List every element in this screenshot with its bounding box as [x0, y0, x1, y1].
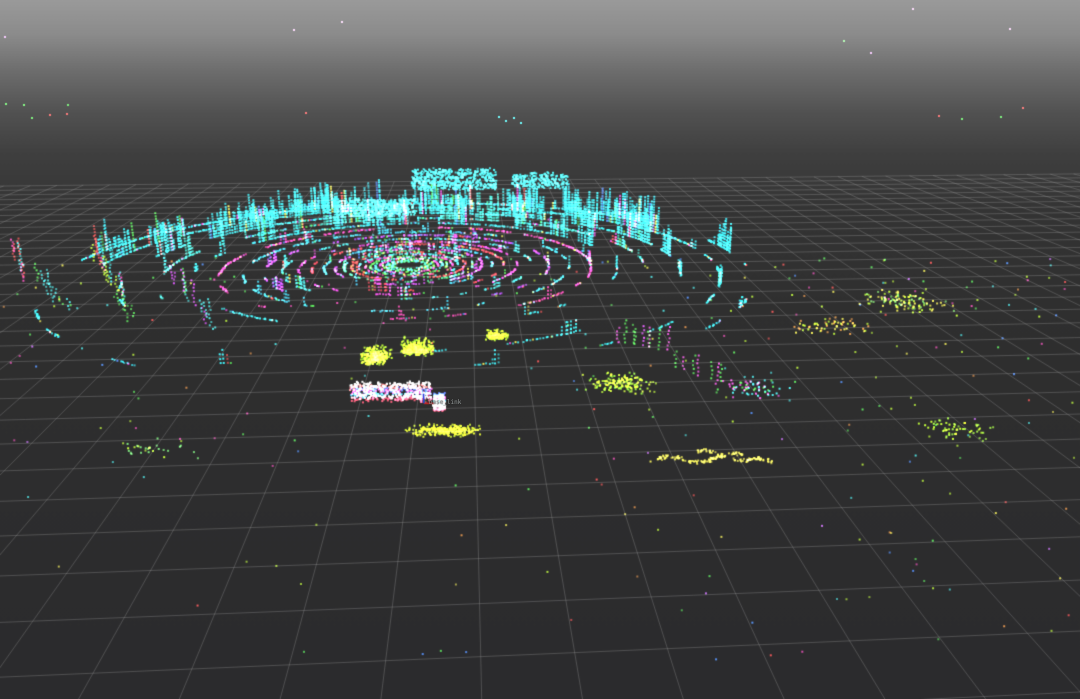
- pointcloud-canvas[interactable]: [0, 0, 1080, 699]
- lidar-viewport: base_link: [0, 0, 1080, 699]
